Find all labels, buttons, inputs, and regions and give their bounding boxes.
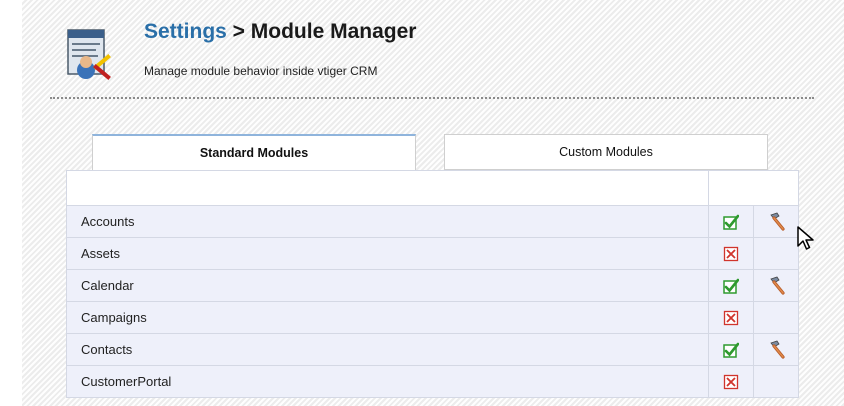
- module-manager-title: Module Manager: [250, 20, 417, 43]
- module-configure-cell: [753, 301, 799, 334]
- module-name: Assets: [66, 237, 709, 270]
- header-cell-name: [66, 170, 709, 206]
- settings-tools-icon: [67, 29, 111, 80]
- table-row: Assets: [66, 237, 799, 270]
- hammer-icon[interactable]: [765, 211, 787, 233]
- red-x-icon[interactable]: [723, 310, 739, 326]
- module-status-cell: [708, 333, 754, 366]
- header-divider: [50, 97, 814, 99]
- module-configure-cell: [753, 205, 799, 238]
- module-manager-page: Settings > Module Manager Manage module …: [22, 0, 844, 406]
- red-x-icon[interactable]: [723, 374, 739, 390]
- table-row: Campaigns: [66, 301, 799, 334]
- module-status-cell: [708, 365, 754, 398]
- table-row: Accounts: [66, 205, 799, 238]
- tab-standard-modules[interactable]: Standard Modules: [92, 134, 416, 170]
- page-title: Settings > Module Manager: [144, 20, 416, 44]
- green-check-icon[interactable]: [723, 214, 740, 230]
- page-subtitle: Manage module behavior inside vtiger CRM: [144, 64, 378, 78]
- green-check-icon[interactable]: [723, 342, 740, 358]
- module-name: Contacts: [66, 333, 709, 366]
- tab-custom-modules[interactable]: Custom Modules: [444, 134, 768, 170]
- table-row: Contacts: [66, 333, 799, 366]
- green-check-icon[interactable]: [723, 278, 740, 294]
- module-status-cell: [708, 269, 754, 302]
- module-status-cell: [708, 301, 754, 334]
- module-name: Calendar: [66, 269, 709, 302]
- hammer-icon[interactable]: [765, 275, 787, 297]
- module-name: Accounts: [66, 205, 709, 238]
- red-x-icon[interactable]: [723, 246, 739, 262]
- modules-table: Accounts Assets Calendar Campaigns Contacts C…: [66, 170, 799, 398]
- module-configure-cell: [753, 365, 799, 398]
- module-name: Campaigns: [66, 301, 709, 334]
- module-status-cell: [708, 237, 754, 270]
- module-name: CustomerPortal: [66, 365, 709, 398]
- module-configure-cell: [753, 269, 799, 302]
- module-status-cell: [708, 205, 754, 238]
- table-header-row: [66, 170, 799, 206]
- table-row: CustomerPortal: [66, 365, 799, 398]
- module-configure-cell: [753, 333, 799, 366]
- header-cell-status: [708, 170, 799, 206]
- title-separator: >: [226, 20, 251, 43]
- settings-link[interactable]: Settings: [144, 20, 227, 43]
- module-configure-cell: [753, 237, 799, 270]
- mouse-cursor-icon: [797, 226, 814, 250]
- table-row: Calendar: [66, 269, 799, 302]
- hammer-icon[interactable]: [765, 339, 787, 361]
